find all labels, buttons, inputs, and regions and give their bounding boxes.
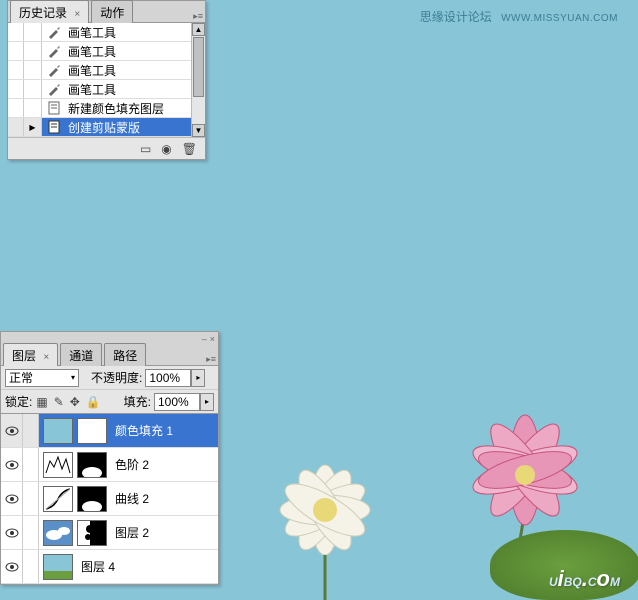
history-panel: 历史记录 × 动作 ▸≡ 画笔工具 画笔工具 画笔工具 画笔工具 — [7, 0, 206, 160]
watermark-top: 思缘设计论坛 WWW.MISSYUAN.COM — [420, 8, 618, 25]
history-item[interactable]: 画笔工具 — [8, 42, 205, 61]
layer-row[interactable]: 曲线 2 — [1, 482, 218, 516]
trash-icon[interactable]: 🗑 — [182, 142, 197, 156]
tab-layers-label: 图层 — [12, 349, 36, 363]
document-icon — [45, 120, 63, 134]
history-item-label: 画笔工具 — [66, 81, 205, 98]
layer-row[interactable]: 图层 4 — [1, 550, 218, 584]
blend-mode-value: 正常 — [9, 369, 33, 386]
history-item[interactable]: 新建颜色填充图层 — [8, 99, 205, 118]
history-list: 画笔工具 画笔工具 画笔工具 画笔工具 新建颜色填充图层 创建剪贴蒙版 — [8, 23, 205, 137]
tab-history[interactable]: 历史记录 × — [10, 0, 89, 23]
blend-opacity-row: 正常 ▾ 不透明度: 100% ▸ — [1, 366, 218, 390]
opacity-value: 100% — [149, 371, 180, 385]
scrollbar-vertical[interactable]: ▲ ▼ — [191, 23, 205, 137]
history-item-label: 画笔工具 — [66, 24, 205, 41]
watermark-url: WWW.MISSYUAN.COM — [501, 13, 618, 24]
lotus-flower-white — [230, 420, 420, 600]
layer-mask-thumbnail[interactable] — [77, 520, 107, 546]
visibility-toggle[interactable] — [1, 482, 23, 515]
scroll-thumb[interactable] — [193, 37, 204, 97]
tab-history-label: 历史记录 — [19, 6, 67, 20]
chevron-down-icon: ▾ — [71, 373, 75, 382]
fill-input[interactable]: 100% — [154, 393, 200, 411]
layers-list: 颜色填充 1 色阶 2 曲线 2 — [1, 414, 218, 584]
scroll-up-icon[interactable]: ▲ — [192, 23, 205, 36]
history-item-label: 创建剪贴蒙版 — [66, 119, 205, 136]
blend-mode-select[interactable]: 正常 ▾ — [5, 369, 79, 387]
layer-row-selected[interactable]: 颜色填充 1 — [1, 414, 218, 448]
layer-name[interactable]: 色阶 2 — [115, 456, 149, 473]
tab-channels[interactable]: 通道 — [60, 343, 102, 366]
layer-name[interactable]: 图层 4 — [81, 558, 115, 575]
brush-icon — [45, 44, 63, 58]
fill-label: 填充: — [124, 393, 151, 410]
visibility-toggle[interactable] — [1, 550, 23, 583]
tab-actions[interactable]: 动作 — [91, 0, 133, 23]
layers-tabs: 图层 × 通道 路径 ▸≡ — [1, 346, 218, 366]
fill-flyout-icon[interactable]: ▸ — [200, 393, 214, 411]
minimize-icon[interactable]: – — [202, 334, 207, 344]
history-item-selected[interactable]: 创建剪贴蒙版 — [8, 118, 205, 137]
layer-mask-thumbnail[interactable] — [77, 418, 107, 444]
history-item[interactable]: 画笔工具 — [8, 61, 205, 80]
layer-mask-thumbnail[interactable] — [77, 452, 107, 478]
snapshot-icon[interactable]: ◉ — [161, 142, 171, 156]
lock-transparency-icon[interactable]: ▦ — [36, 395, 47, 409]
close-icon[interactable]: × — [43, 352, 49, 363]
lock-fill-row: 锁定: ▦ ✎ ✥ 🔒 填充: 100% ▸ — [1, 390, 218, 414]
document-icon — [45, 101, 63, 115]
tab-layers[interactable]: 图层 × — [3, 343, 58, 366]
watermark-text: 思缘设计论坛 — [420, 10, 492, 24]
layer-name[interactable]: 颜色填充 1 — [115, 422, 173, 439]
scroll-down-icon[interactable]: ▼ — [192, 124, 205, 137]
history-item[interactable]: 画笔工具 — [8, 23, 205, 42]
brush-icon — [45, 25, 63, 39]
layer-thumbnail[interactable] — [43, 452, 73, 478]
tab-paths-label: 路径 — [113, 349, 137, 363]
opacity-label: 不透明度: — [91, 369, 142, 386]
layer-thumbnail[interactable] — [43, 520, 73, 546]
history-item-label: 新建颜色填充图层 — [66, 100, 205, 117]
brush-icon — [45, 82, 63, 96]
layer-name[interactable]: 图层 2 — [115, 524, 149, 541]
visibility-toggle[interactable] — [1, 448, 23, 481]
history-item-label: 画笔工具 — [66, 43, 205, 60]
tab-actions-label: 动作 — [100, 6, 124, 20]
layer-thumbnail[interactable] — [43, 486, 73, 512]
tab-paths[interactable]: 路径 — [104, 343, 146, 366]
history-footer: ▭ ◉ 🗑 — [8, 137, 205, 159]
watermark-bottom: UiBQ.CoM — [549, 566, 620, 592]
fill-value: 100% — [158, 395, 189, 409]
lock-all-icon[interactable]: 🔒 — [86, 395, 101, 409]
visibility-toggle[interactable] — [1, 414, 23, 447]
brush-icon — [45, 63, 63, 77]
lock-label: 锁定: — [5, 393, 32, 410]
history-tabs: 历史记录 × 动作 ▸≡ — [8, 1, 205, 23]
panel-menu-icon[interactable]: ▸≡ — [206, 354, 216, 365]
new-document-icon[interactable]: ▭ — [140, 142, 151, 156]
opacity-input[interactable]: 100% — [145, 369, 191, 387]
close-icon[interactable]: × — [210, 334, 215, 344]
lock-paint-icon[interactable]: ✎ — [54, 395, 64, 409]
layer-thumbnail[interactable] — [43, 418, 73, 444]
close-icon[interactable]: × — [74, 9, 80, 20]
layer-row[interactable]: 色阶 2 — [1, 448, 218, 482]
layer-row[interactable]: 图层 2 — [1, 516, 218, 550]
layer-thumbnail[interactable] — [43, 554, 73, 580]
layers-panel: – × 图层 × 通道 路径 ▸≡ 正常 ▾ 不透明度: 100% ▸ 锁定: … — [0, 331, 219, 585]
opacity-flyout-icon[interactable]: ▸ — [191, 369, 205, 387]
tab-channels-label: 通道 — [69, 349, 93, 363]
history-item[interactable]: 画笔工具 — [8, 80, 205, 99]
visibility-toggle[interactable] — [1, 516, 23, 549]
layer-name[interactable]: 曲线 2 — [115, 490, 149, 507]
layer-mask-thumbnail[interactable] — [77, 486, 107, 512]
lock-move-icon[interactable]: ✥ — [70, 395, 80, 409]
panel-menu-icon[interactable]: ▸≡ — [193, 11, 203, 22]
history-item-label: 画笔工具 — [66, 62, 205, 79]
